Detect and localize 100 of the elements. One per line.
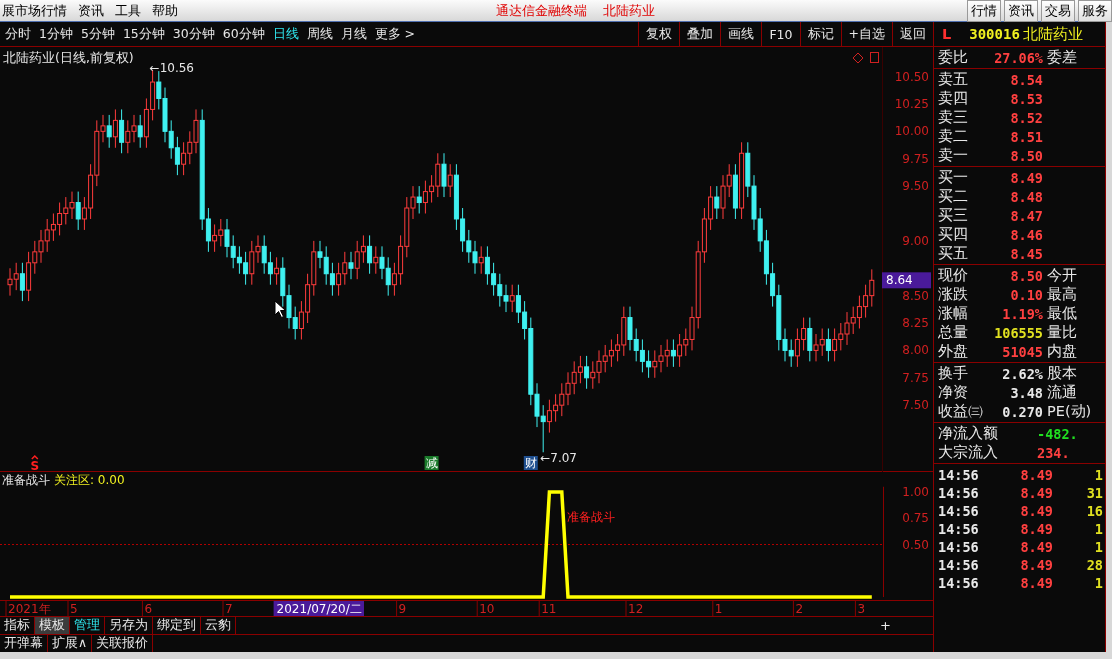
price-axis-label: 9.75 xyxy=(902,151,929,166)
period-tab[interactable]: 日线 xyxy=(269,25,302,43)
tool-button[interactable]: F10 xyxy=(761,22,800,46)
tick-price: 8.49 xyxy=(1019,503,1053,519)
period-tab[interactable]: 5分钟 xyxy=(77,25,118,43)
period-tab[interactable]: 月线 xyxy=(337,25,370,43)
quote-value: 51045 xyxy=(1001,343,1044,360)
quote-label: 股本 xyxy=(1047,364,1078,383)
quote-label: 换手 xyxy=(938,364,969,383)
order-level-label: 买二 xyxy=(938,187,969,206)
quote-label: 最低 xyxy=(1047,304,1078,323)
bottom-tab[interactable]: 绑定到 xyxy=(153,617,201,634)
quote-label: 委比 xyxy=(938,48,969,67)
quote-label: 收益㈢ xyxy=(938,402,984,421)
order-price: 8.48 xyxy=(1009,188,1044,205)
market-label: L xyxy=(942,26,952,42)
tool-button[interactable]: 画线 xyxy=(720,22,762,46)
date-axis-label: 1 xyxy=(714,602,723,616)
order-price: 8.45 xyxy=(1009,245,1044,262)
quote-value: 8.50 xyxy=(1009,267,1044,284)
flow-value: 234. xyxy=(1036,444,1071,461)
menu-item[interactable]: 工具 xyxy=(113,1,150,20)
period-tab[interactable]: 分时 xyxy=(2,25,34,43)
date-axis-label: 9 xyxy=(398,602,407,616)
bottom-tab[interactable]: 另存为 xyxy=(105,617,153,634)
tick-time: 14:56 xyxy=(938,521,980,537)
order-price: 8.50 xyxy=(1009,147,1044,164)
tick-volume: 28 xyxy=(1085,557,1104,573)
nav-button[interactable]: 资讯 xyxy=(1004,0,1038,22)
tick-price: 8.49 xyxy=(1019,557,1053,573)
bottom-tab[interactable]: 云豹 xyxy=(201,617,236,634)
date-axis-label: 10 xyxy=(479,602,495,616)
quote-label: 现价 xyxy=(938,266,969,285)
menu-item[interactable]: 帮助 xyxy=(150,1,187,20)
price-axis-label: 9.50 xyxy=(902,179,929,194)
tool-button[interactable]: 标记 xyxy=(799,22,841,46)
quote-value: 106555 xyxy=(993,324,1044,341)
panel-icon[interactable] xyxy=(870,52,879,63)
quote-label: 今开 xyxy=(1047,266,1078,285)
order-level-label: 买三 xyxy=(938,206,969,225)
menu-item[interactable]: 资讯 xyxy=(76,1,113,20)
signal-marker: S xyxy=(30,459,40,472)
period-tab[interactable]: 60分钟 xyxy=(219,25,268,43)
order-price: 8.49 xyxy=(1009,169,1044,186)
tick-volume: 1 xyxy=(1093,575,1104,591)
stock-name: 北陆药业 xyxy=(1022,24,1083,44)
quote-value: 0.10 xyxy=(1009,286,1044,303)
order-price: 8.52 xyxy=(1009,109,1044,126)
app-title: 通达信金融终端 xyxy=(495,1,588,20)
tick-time: 14:56 xyxy=(938,575,980,591)
tool-button[interactable]: +自选 xyxy=(840,22,892,46)
nav-button[interactable]: 行情 xyxy=(967,0,1001,22)
add-button[interactable]: + xyxy=(874,617,897,634)
extreme-price-label: ←10.56 xyxy=(149,61,194,75)
order-level-label: 卖二 xyxy=(938,127,969,146)
quote-value: 3.48 xyxy=(1009,384,1044,401)
date-axis-label: 3 xyxy=(857,602,866,616)
tool-button[interactable]: 返回 xyxy=(892,22,933,46)
quote-label: 净资 xyxy=(938,383,969,402)
quote-label: 涨跌 xyxy=(938,285,969,304)
order-price: 8.53 xyxy=(1009,90,1044,107)
menu-item[interactable]: 展市场行情 xyxy=(0,1,76,20)
quote-label: 量比 xyxy=(1047,323,1078,342)
order-level-label: 卖四 xyxy=(938,89,969,108)
price-axis-label: 8.00 xyxy=(902,343,929,358)
quote-label: 内盘 xyxy=(1047,342,1078,361)
order-level-label: 卖一 xyxy=(938,146,969,165)
nav-button[interactable]: 服务 xyxy=(1078,0,1112,22)
bottom-tab[interactable]: 模板 xyxy=(35,617,70,634)
caret-icon xyxy=(31,454,39,460)
tick-time: 14:56 xyxy=(938,503,980,519)
bottom-tab[interactable]: 管理 xyxy=(70,617,105,634)
tick-volume: 1 xyxy=(1093,521,1104,537)
period-tab[interactable]: 15分钟 xyxy=(119,25,168,43)
period-tab[interactable]: 周线 xyxy=(303,25,336,43)
tick-price: 8.49 xyxy=(1019,521,1053,537)
event-badge[interactable]: 财 xyxy=(523,456,538,470)
indicator-name: 准备战斗 xyxy=(2,473,50,487)
tick-price: 8.49 xyxy=(1019,485,1053,501)
order-level-label: 卖五 xyxy=(938,70,969,89)
indicator-axis-label: 0.75 xyxy=(902,511,929,526)
date-axis-label: 2 xyxy=(795,602,804,616)
period-tab[interactable]: 30分钟 xyxy=(169,25,218,43)
quote-label: 流通 xyxy=(1047,383,1078,402)
event-badge[interactable]: 减 xyxy=(424,456,439,470)
chart-title: 北陆药业(日线,前复权) xyxy=(3,50,134,65)
quote-value: 27.06% xyxy=(993,49,1044,66)
flow-label: 净流入额 xyxy=(938,424,999,443)
nav-button[interactable]: 交易 xyxy=(1041,0,1075,22)
quote-label: 最高 xyxy=(1047,285,1078,304)
extreme-price-label: ←7.07 xyxy=(540,451,577,466)
quote-label: 总量 xyxy=(938,323,969,342)
date-axis-label: 6 xyxy=(144,602,153,616)
tool-button[interactable]: 复权 xyxy=(638,22,680,46)
indicator-axis-label: 0.50 xyxy=(902,537,929,552)
period-tab[interactable]: 更多 > xyxy=(371,25,419,43)
tool-button[interactable]: 叠加 xyxy=(679,22,721,46)
tick-time: 14:56 xyxy=(938,539,980,555)
period-tab[interactable]: 1分钟 xyxy=(36,25,76,43)
diamond-icon[interactable] xyxy=(852,52,864,64)
